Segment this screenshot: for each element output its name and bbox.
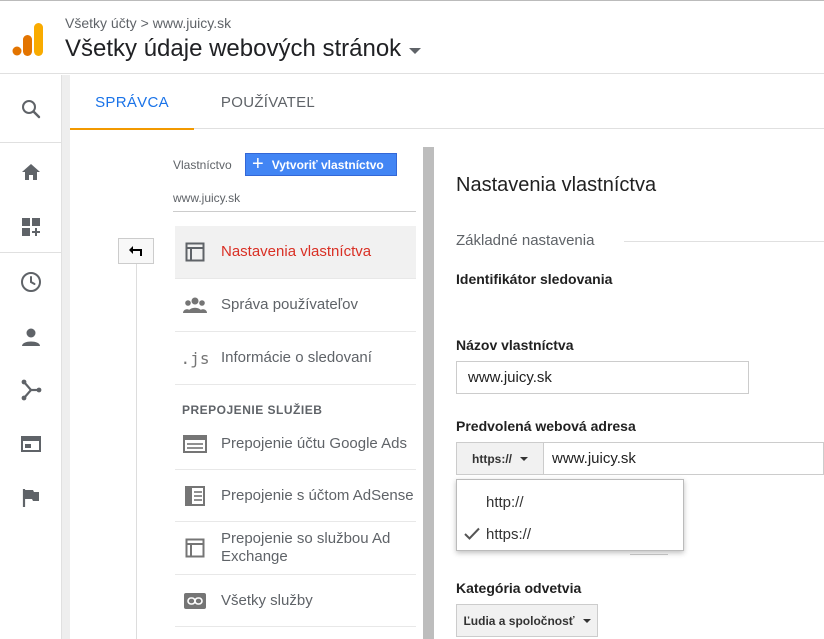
back-arrow-icon (129, 246, 142, 256)
default-url-group: https:// www.juicy.sk (456, 442, 824, 475)
menu-item-user-management[interactable]: Správa používateľov (175, 279, 416, 332)
default-url-input[interactable]: www.juicy.sk (544, 443, 823, 474)
column-scrollbar[interactable] (423, 147, 434, 639)
services-section-label: PREPOJENIE SLUŽIEB (182, 403, 323, 417)
rail-divider (0, 142, 62, 143)
industry-category-dropdown[interactable]: Ľudia a spoločnosť (456, 604, 598, 637)
page-title: Všetky údaje webových stránok (65, 35, 402, 62)
menu-item-label: Nastavenia vlastníctva (221, 243, 372, 260)
tracking-id-label: Identifikátor sledovania (456, 271, 613, 287)
protocol-option-https[interactable]: https:// (457, 518, 683, 550)
tree-line (136, 264, 137, 639)
protocol-value: https:// (472, 451, 512, 466)
conversions-button[interactable] (0, 470, 62, 525)
search-button[interactable] (0, 81, 62, 136)
home-icon (22, 163, 40, 180)
breadcrumb-property[interactable]: www.juicy.sk (153, 15, 231, 31)
check-icon (464, 527, 480, 540)
breadcrumb-account[interactable]: Všetky účty (65, 15, 137, 31)
option-label: http:// (486, 493, 524, 511)
search-icon (22, 99, 41, 118)
audience-button[interactable] (0, 309, 62, 364)
protocol-option-http[interactable]: http:// (457, 486, 683, 518)
home-button[interactable] (0, 144, 62, 199)
audience-icon (22, 328, 40, 346)
basic-settings-heading: Základné nastavenia (456, 232, 595, 249)
breadcrumb-separator: > (140, 15, 149, 31)
google-ads-icon (183, 432, 207, 456)
option-label: https:// (486, 525, 532, 543)
collapse-back-button[interactable] (118, 238, 154, 264)
adsense-icon (183, 484, 207, 508)
property-name-label: Názov vlastníctva (456, 337, 574, 353)
default-url-label: Predvolená webová adresa (456, 418, 636, 434)
customization-button[interactable] (0, 199, 62, 254)
menu-item-ad-exchange-link[interactable]: Prepojenie so službou Ad Exchange (175, 522, 416, 575)
menu-item-label: Správa používateľov (221, 296, 358, 313)
settings-title: Nastavenia vlastníctva (456, 174, 657, 196)
conversions-icon (22, 488, 39, 507)
breadcrumb[interactable]: Všetky účty > www.juicy.sk (65, 15, 231, 31)
rail-separator (62, 75, 70, 639)
property-selector[interactable]: www.juicy.sk (173, 191, 240, 205)
rail-divider (0, 252, 62, 253)
users-icon (183, 293, 207, 317)
left-nav-rail (0, 75, 62, 639)
category-value: Ľudia a spoločnosť (463, 613, 575, 628)
customization-icon (22, 217, 40, 236)
industry-category-label: Kategória odvetvia (456, 580, 582, 596)
caret-down-icon (582, 618, 591, 623)
menu-item-label: Prepojenie účtu Google Ads (221, 434, 407, 452)
caret-down-icon (520, 456, 528, 461)
menu-item-label: Prepojenie so službou Ad Exchange (221, 530, 391, 565)
property-column-label: Vlastníctvo (173, 158, 232, 172)
create-property-label: Vytvoriť vlastníctvo (271, 157, 384, 172)
acquisition-icon (21, 379, 42, 400)
menu-item-adsense-link[interactable]: Prepojenie s účtom AdSense (175, 470, 416, 522)
ad-exchange-icon (183, 536, 207, 560)
menu-item-label: Všetky služby (221, 591, 313, 609)
behavior-button[interactable] (0, 416, 62, 471)
protocol-options-menu: http:// https:// (456, 479, 684, 551)
caret-down-icon (409, 47, 422, 54)
tab-admin[interactable]: SPRÁVCA (70, 75, 194, 130)
admin-tabs: SPRÁVCA POUŽÍVATEĽ (70, 75, 824, 130)
property-name-input[interactable]: www.juicy.sk (456, 361, 749, 394)
link-icon (183, 589, 207, 613)
property-selector-underline (173, 211, 416, 212)
menu-item-tracking-info[interactable]: .js Informácie o sledovaní (175, 332, 416, 385)
plus-icon: + (252, 152, 264, 175)
menu-item-label: Prepojenie s účtom AdSense (221, 486, 414, 504)
app-header: Všetky účty > www.juicy.sk Všetky údaje … (0, 0, 824, 74)
protocol-dropdown[interactable]: https:// (457, 443, 544, 474)
create-property-button[interactable]: + Vytvoriť vlastníctvo (245, 153, 397, 176)
menu-item-property-settings[interactable]: Nastavenia vlastníctva (175, 226, 416, 279)
view-selector[interactable]: Všetky údaje webových stránok (65, 35, 422, 63)
acquisition-button[interactable] (0, 362, 62, 417)
menu-item-label: Informácie o sledovaní (221, 349, 372, 366)
realtime-button[interactable] (0, 254, 62, 309)
js-icon: .js (180, 348, 210, 368)
analytics-logo-icon[interactable] (12, 21, 44, 57)
property-settings-icon (183, 240, 207, 264)
realtime-icon (21, 271, 41, 292)
behavior-icon (21, 435, 41, 452)
menu-item-all-services[interactable]: Všetky služby (175, 575, 416, 627)
section-divider (624, 241, 824, 242)
tab-user[interactable]: POUŽÍVATEĽ (194, 75, 342, 129)
menu-item-google-ads-link[interactable]: Prepojenie účtu Google Ads (175, 418, 416, 470)
